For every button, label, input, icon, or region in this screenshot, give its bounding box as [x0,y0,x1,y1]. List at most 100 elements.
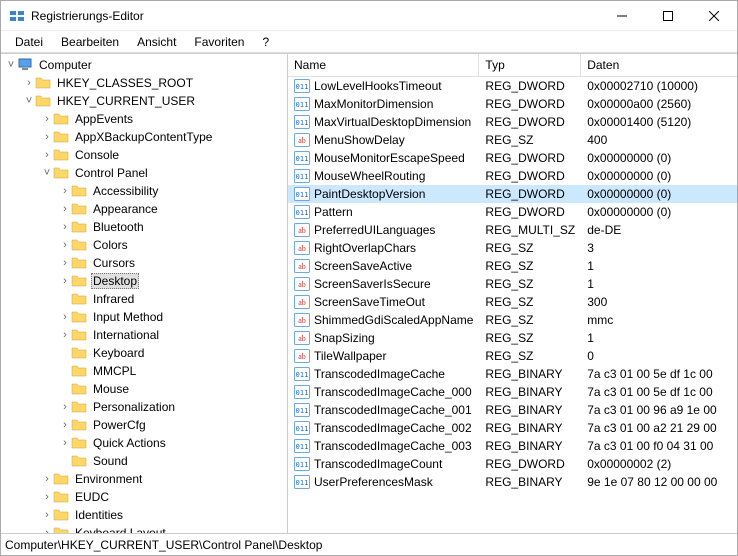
value-row[interactable]: abTileWallpaperREG_SZ0 [288,347,737,365]
value-row[interactable]: 011MaxMonitorDimensionREG_DWORD0x00000a0… [288,95,737,113]
tree-item-label: HKEY_CURRENT_USER [55,94,197,108]
tree-item[interactable]: ›Quick Actions [1,434,287,452]
reg-binary-icon: 011 [294,79,310,93]
tree-toggle-icon[interactable]: › [59,185,71,197]
tree-toggle-icon[interactable]: › [41,509,53,521]
tree-item[interactable]: ˅Computer [1,56,287,74]
statusbar: Computer\HKEY_CURRENT_USER\Control Panel… [1,533,737,555]
tree-toggle-icon[interactable]: › [59,275,71,287]
menu-favorites[interactable]: Favoriten [186,33,252,51]
value-row[interactable]: abPreferredUILanguagesREG_MULTI_SZde-DE [288,221,737,239]
folder-icon [71,255,87,271]
folder-icon [71,237,87,253]
tree-item-label: Accessibility [91,184,160,198]
value-data: 0x00000000 (0) [581,203,737,221]
value-row[interactable]: 011TranscodedImageCache_000REG_BINARY7a … [288,383,737,401]
tree-item[interactable]: ›International [1,326,287,344]
maximize-button[interactable] [645,1,691,31]
svg-text:011: 011 [296,119,309,127]
values-pane[interactable]: Name Typ Daten 011LowLevelHooksTimeoutRE… [288,54,737,533]
value-row[interactable]: 011TranscodedImageCache_001REG_BINARY7a … [288,401,737,419]
tree-toggle-icon[interactable]: › [59,437,71,449]
tree-item[interactable]: Mouse [1,380,287,398]
tree-item[interactable]: ›HKEY_CLASSES_ROOT [1,74,287,92]
tree-item[interactable]: ›PowerCfg [1,416,287,434]
tree-toggle-icon[interactable]: ˅ [23,95,35,107]
value-row[interactable]: 011PaintDesktopVersionREG_DWORD0x0000000… [288,185,737,203]
value-row[interactable]: 011TranscodedImageCache_002REG_BINARY7a … [288,419,737,437]
value-row[interactable]: 011PatternREG_DWORD0x00000000 (0) [288,203,737,221]
menu-help[interactable]: ? [254,33,277,51]
col-header-name[interactable]: Name [288,54,479,77]
value-row[interactable]: abScreenSaveTimeOutREG_SZ300 [288,293,737,311]
value-row[interactable]: 011MouseWheelRoutingREG_DWORD0x00000000 … [288,167,737,185]
tree-toggle-icon[interactable]: › [59,329,71,341]
tree-item[interactable]: ›Cursors [1,254,287,272]
value-row[interactable]: abScreenSaverIsSecureREG_SZ1 [288,275,737,293]
tree-item[interactable]: › Accessibility [1,182,287,200]
tree-toggle-icon[interactable]: › [41,149,53,161]
value-type: REG_SZ [479,257,581,275]
value-row[interactable]: 011TranscodedImageCountREG_DWORD0x000000… [288,455,737,473]
tree-item[interactable]: Keyboard [1,344,287,362]
value-type: REG_DWORD [479,95,581,113]
value-row[interactable]: 011UserPreferencesMaskREG_BINARY9e 1e 07… [288,473,737,491]
tree-item[interactable]: ›AppXBackupContentType [1,128,287,146]
col-header-data[interactable]: Daten [581,54,737,77]
tree-item[interactable]: Sound [1,452,287,470]
tree-item[interactable]: ›Colors [1,236,287,254]
value-row[interactable]: 011LowLevelHooksTimeoutREG_DWORD0x000027… [288,77,737,95]
tree-toggle-icon[interactable]: › [41,131,53,143]
value-row[interactable]: 011MaxVirtualDesktopDimensionREG_DWORD0x… [288,113,737,131]
tree-toggle-icon[interactable]: › [59,401,71,413]
tree-toggle-icon[interactable]: › [23,77,35,89]
tree-item[interactable]: ›EUDC [1,488,287,506]
tree-toggle-icon[interactable]: › [59,257,71,269]
tree-toggle-icon[interactable]: › [59,311,71,323]
value-row[interactable]: 011TranscodedImageCacheREG_BINARY7a c3 0… [288,365,737,383]
tree-item[interactable]: ˅Control Panel [1,164,287,182]
tree-item[interactable]: MMCPL [1,362,287,380]
tree-pane[interactable]: ˅Computer›HKEY_CLASSES_ROOT ˅ HKEY_CURRENT… [1,54,288,533]
close-button[interactable] [691,1,737,31]
value-row[interactable]: 011MouseMonitorEscapeSpeedREG_DWORD0x000… [288,149,737,167]
tree-item[interactable]: ›Desktop [1,272,287,290]
value-row[interactable]: 011TranscodedImageCache_003REG_BINARY7a … [288,437,737,455]
tree-item[interactable]: ›Input Method [1,308,287,326]
menu-view[interactable]: Ansicht [129,33,184,51]
col-header-type[interactable]: Typ [479,54,581,77]
tree-item[interactable]: ›Environment [1,470,287,488]
value-row[interactable]: abMenuShowDelayREG_SZ400 [288,131,737,149]
tree-item[interactable]: ›Appearance [1,200,287,218]
reg-binary-icon: 011 [294,367,310,381]
tree-toggle-icon[interactable]: › [41,491,53,503]
menu-file[interactable]: Datei [7,33,51,51]
reg-binary-icon: 011 [294,421,310,435]
value-row[interactable]: abRightOverlapCharsREG_SZ3 [288,239,737,257]
minimize-button[interactable] [599,1,645,31]
menu-edit[interactable]: Bearbeiten [53,33,127,51]
value-row[interactable]: abSnapSizingREG_SZ1 [288,329,737,347]
tree-item[interactable]: ›AppEvents [1,110,287,128]
folder-icon [71,453,87,469]
value-data: 7a c3 01 00 a2 21 29 00 [581,419,737,437]
tree-toggle-icon[interactable]: ˅ [41,167,53,179]
tree-item[interactable]: ˅ HKEY_CURRENT_USER [1,92,287,110]
tree-item[interactable]: ›Keyboard Layout [1,524,287,533]
tree-toggle-icon[interactable]: › [41,113,53,125]
tree-toggle-icon[interactable]: › [59,203,71,215]
tree-toggle-icon[interactable]: › [59,221,71,233]
tree-item[interactable]: ›Console [1,146,287,164]
tree-item[interactable]: ›Identities [1,506,287,524]
tree-item[interactable]: ›Personalization [1,398,287,416]
tree-toggle-icon[interactable]: › [59,419,71,431]
svg-text:011: 011 [296,101,309,109]
tree-item[interactable]: Infrared [1,290,287,308]
tree-item[interactable]: ›Bluetooth [1,218,287,236]
tree-toggle-icon[interactable]: › [59,239,71,251]
tree-toggle-icon[interactable]: ˅ [5,59,17,71]
value-row[interactable]: abShimmedGdiScaledAppNameREG_SZmmc [288,311,737,329]
value-row[interactable]: abScreenSaveActiveREG_SZ1 [288,257,737,275]
value-type: REG_DWORD [479,149,581,167]
tree-toggle-icon[interactable]: › [41,473,53,485]
